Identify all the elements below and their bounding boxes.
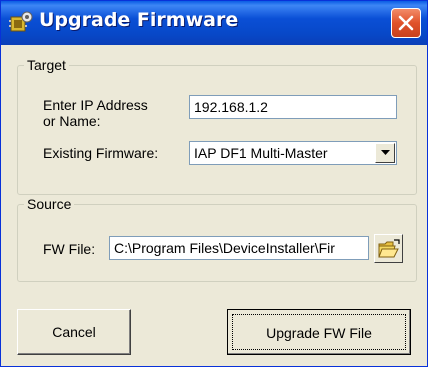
title-bar[interactable]: Upgrade Firmware — [1, 1, 427, 45]
window-title: Upgrade Firmware — [39, 9, 239, 31]
upgrade-firmware-dialog: Upgrade Firmware Target Enter IP Address… — [0, 0, 428, 367]
ip-label-line1: Enter IP Address — [43, 97, 148, 113]
existing-firmware-label: Existing Firmware: — [43, 145, 159, 161]
close-button[interactable] — [391, 8, 421, 38]
cancel-button[interactable]: Cancel — [17, 309, 131, 355]
open-folder-icon — [378, 239, 400, 258]
fw-file-label: FW File: — [43, 241, 96, 257]
ip-address-label: Enter IP Address or Name: — [43, 97, 148, 129]
upgrade-button-label: Upgrade FW File — [232, 314, 406, 350]
browse-button[interactable] — [374, 234, 403, 263]
close-icon — [398, 15, 414, 31]
ip-address-input[interactable]: 192.168.1.2 — [189, 95, 397, 119]
ip-label-line2: or Name: — [43, 113, 101, 129]
source-legend: Source — [27, 196, 72, 212]
existing-firmware-select[interactable]: IAP DF1 Multi-Master — [189, 141, 397, 165]
upgrade-fw-file-button[interactable]: Upgrade FW File — [227, 309, 411, 355]
target-legend: Target — [27, 57, 66, 73]
dropdown-button[interactable] — [375, 143, 395, 163]
chevron-down-icon — [381, 150, 390, 155]
fw-file-input[interactable]: C:\Program Files\DeviceInstaller\Fir — [109, 236, 369, 260]
existing-firmware-value: IAP DF1 Multi-Master — [194, 145, 328, 161]
firmware-chip-icon — [9, 11, 33, 35]
